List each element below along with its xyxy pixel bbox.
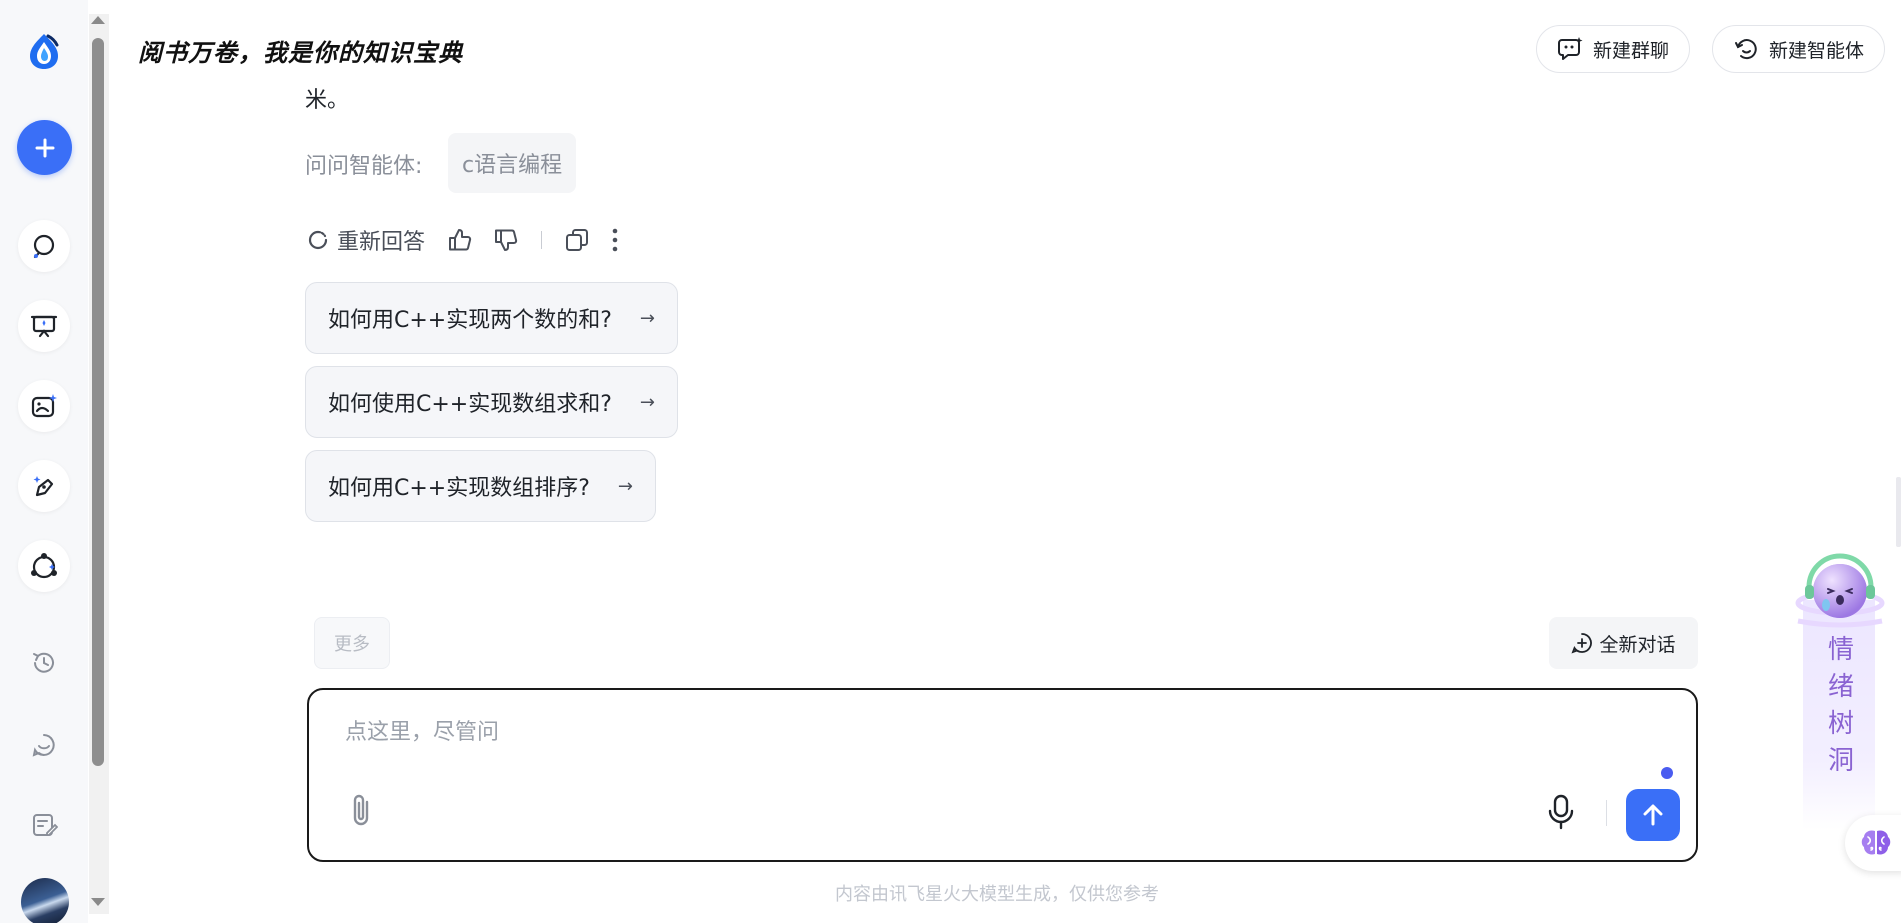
voice-input-button[interactable] xyxy=(1544,792,1578,836)
scroll-up-arrow-icon[interactable] xyxy=(91,16,105,24)
thumbs-up-icon xyxy=(449,229,472,251)
chat-search-icon xyxy=(33,234,55,259)
sidebar-item-chat-search[interactable] xyxy=(18,220,70,272)
tree-hole-char: 情 xyxy=(1827,635,1854,665)
page-title: 阅书万卷，我是你的知识宝典 xyxy=(138,39,463,67)
agent-network-icon xyxy=(31,553,57,579)
regenerate-label: 重新回答 xyxy=(337,230,426,255)
sidebar-item-agents[interactable] xyxy=(18,540,70,592)
thumbs-up-button[interactable] xyxy=(447,227,473,253)
image-gen-icon xyxy=(31,394,57,418)
right-edge-handle[interactable] xyxy=(1896,477,1901,547)
paperclip-icon xyxy=(353,794,369,826)
chat-input[interactable] xyxy=(345,714,1545,754)
more-button[interactable]: 更多 xyxy=(314,617,390,669)
suggestion-text: 如何用C++实现数组排序? xyxy=(328,476,590,501)
more-vertical-icon xyxy=(612,228,618,252)
new-group-chat-button[interactable]: 新建群聊 xyxy=(1536,25,1691,73)
microphone-icon xyxy=(1548,794,1574,830)
thumbs-down-icon xyxy=(495,229,518,251)
regenerate-icon xyxy=(308,230,328,250)
plus-chat-icon xyxy=(1571,633,1593,654)
tree-hole-char: 洞 xyxy=(1827,746,1854,776)
new-conversation-button[interactable]: 全新对话 xyxy=(1549,617,1698,669)
suggestion-text: 如何用C++实现两个数的和? xyxy=(328,308,612,333)
plus-icon xyxy=(35,138,54,157)
suggestion-chip[interactable]: 如何用C++实现两个数的和? → xyxy=(305,282,678,354)
copy-icon xyxy=(566,229,589,251)
arrow-up-icon xyxy=(1643,804,1663,826)
attach-button[interactable] xyxy=(347,792,377,834)
spark-logo-icon[interactable] xyxy=(26,32,62,70)
notes-edit-icon xyxy=(33,814,58,836)
planet-mascot-icon[interactable] xyxy=(1795,553,1885,633)
history-icon xyxy=(33,652,54,673)
sidebar-item-image[interactable] xyxy=(18,380,70,432)
sidebar-item-writing[interactable] xyxy=(18,460,70,512)
action-divider xyxy=(541,231,543,249)
ask-agent-label: 问问智能体: xyxy=(305,154,423,179)
send-button[interactable] xyxy=(1626,789,1680,841)
user-avatar[interactable] xyxy=(21,878,69,923)
new-chat-button[interactable] xyxy=(17,120,72,175)
new-agent-label: 新建智能体 xyxy=(1769,39,1865,62)
new-agent-button[interactable]: 新建智能体 xyxy=(1712,25,1886,73)
arrow-right-icon: → xyxy=(639,391,655,413)
suggestion-chip[interactable]: 如何使用C++实现数组求和? → xyxy=(305,366,678,438)
sidebar-item-emotion[interactable] xyxy=(26,727,62,763)
scroll-down-arrow-icon[interactable] xyxy=(91,898,105,906)
answer-action-bar: 重新回答 xyxy=(305,224,620,256)
pen-sparkle-icon xyxy=(33,476,54,497)
brain-icon xyxy=(1861,830,1891,855)
thumbs-down-button[interactable] xyxy=(493,227,519,253)
new-conversation-label: 全新对话 xyxy=(1599,633,1676,656)
arrow-right-icon: → xyxy=(617,475,633,497)
input-divider xyxy=(1606,800,1607,826)
sidebar-item-notes[interactable] xyxy=(26,807,62,843)
answer-text-tail: 米。 xyxy=(305,88,350,113)
new-group-chat-label: 新建群聊 xyxy=(1593,39,1670,62)
sidebar-item-history[interactable] xyxy=(26,645,62,681)
chat-input-box xyxy=(307,688,1698,862)
suggestion-text: 如何使用C++实现数组求和? xyxy=(328,392,612,417)
status-dot xyxy=(1661,767,1673,779)
suggestion-chip[interactable]: 如何用C++实现数组排序? → xyxy=(305,450,656,522)
copy-button[interactable] xyxy=(564,227,590,253)
emotion-tree-hole-label: 情 绪 树 洞 xyxy=(1826,632,1856,780)
arrow-right-icon: → xyxy=(639,307,655,329)
tree-hole-char: 树 xyxy=(1827,709,1854,739)
brain-assistant-button[interactable] xyxy=(1845,815,1901,871)
agent-refresh-icon xyxy=(1735,39,1757,60)
scrollbar-thumb[interactable] xyxy=(92,38,104,766)
disclaimer-text: 内容由讯飞星火大模型生成，仅供您参考 xyxy=(835,884,1159,905)
group-chat-icon xyxy=(1558,37,1583,60)
tree-hole-char: 绪 xyxy=(1827,672,1854,702)
ask-agent-chip[interactable]: c语言编程 xyxy=(448,133,577,193)
more-options-button[interactable] xyxy=(610,227,620,253)
sidebar-item-presentation[interactable] xyxy=(18,300,70,352)
left-sidebar xyxy=(0,0,88,923)
regenerate-button[interactable]: 重新回答 xyxy=(305,224,425,256)
presentation-icon xyxy=(30,315,58,338)
smile-chat-icon xyxy=(32,734,55,757)
